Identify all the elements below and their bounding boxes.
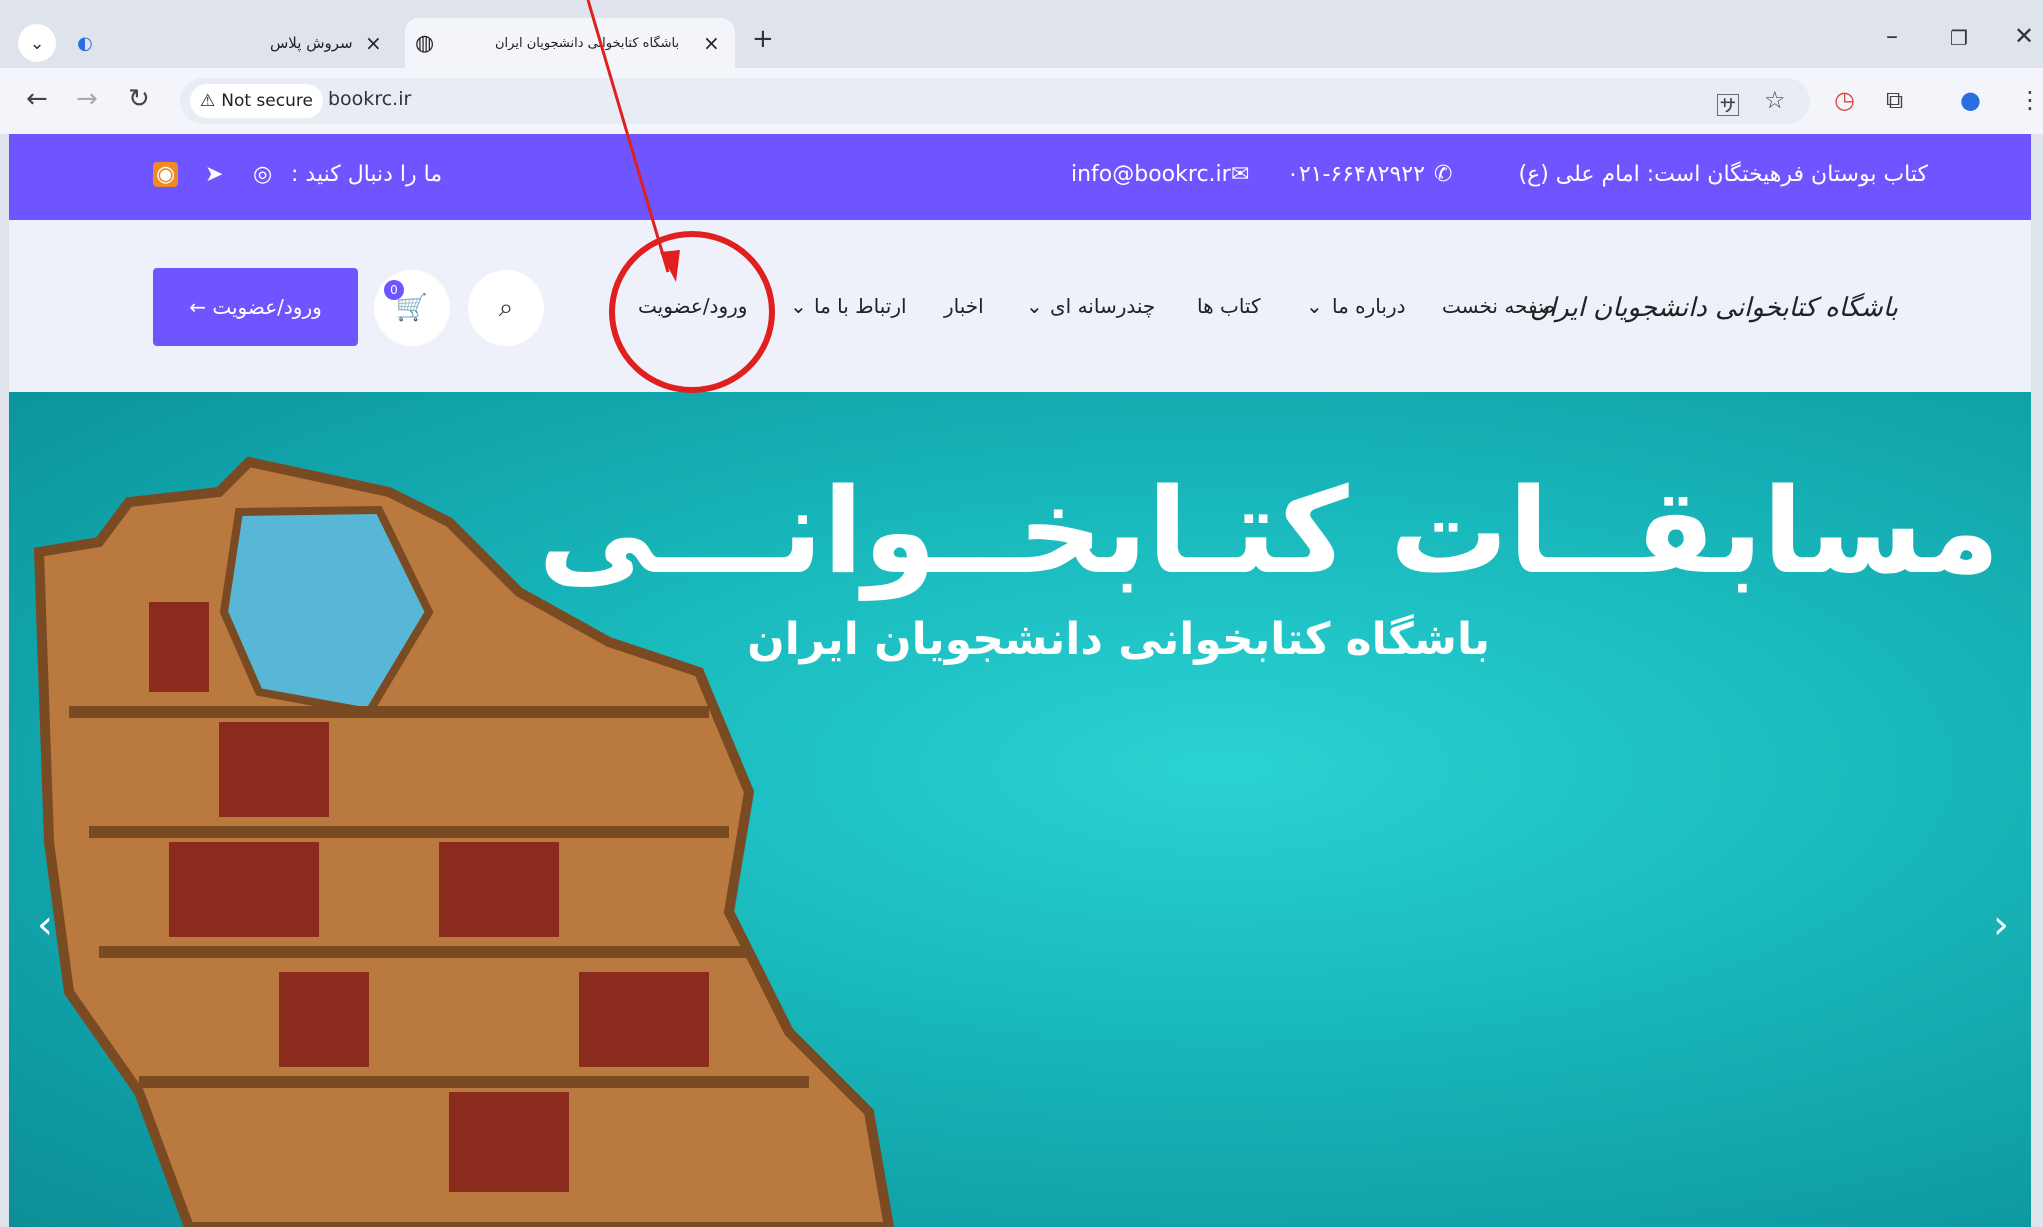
security-label: Not secure [221,91,313,111]
nav-books[interactable]: کتاب ها [1197,294,1260,318]
instagram-icon[interactable]: ◎ [253,162,272,187]
translate-icon[interactable]: 🈂 [1716,86,1740,121]
slider-prev-icon[interactable]: ‹ [37,902,53,948]
close-icon[interactable]: × [365,31,382,55]
contact-topbar: کتاب بوستان فرهیختگان است: امام علی (ع) … [9,134,2031,220]
forward-icon[interactable]: → [76,84,98,114]
phone-icon: ✆ [1434,162,1453,187]
social-app-icon[interactable]: ◉ [153,162,179,187]
close-icon[interactable]: × [703,31,720,55]
back-icon[interactable]: ← [26,84,48,114]
login-button[interactable]: ورود/عضویت ← [153,268,358,346]
close-window-icon[interactable]: ✕ [2014,22,2034,50]
mail-icon: ✉ [1231,162,1250,187]
extension-icon[interactable]: ◐ [66,24,104,62]
chevron-down-icon: ⌄ [1026,294,1043,318]
site-logo[interactable]: باشگاه کتابخوانی دانشجویان ایران [1530,268,1898,348]
telegram-icon[interactable]: ➤ [205,162,223,187]
nav-multimedia[interactable]: چندرسانه ای [1050,294,1155,318]
restore-icon[interactable]: ❐ [1950,26,1968,50]
cart-icon: 🛒 [395,293,429,323]
tab-title: باشگاه کتابخوانی دانشجویان ایران [495,35,680,51]
slogan-text: کتاب بوستان فرهیختگان است: امام علی (ع) [1518,162,1928,187]
security-chip[interactable]: ⚠ Not secure [190,84,323,118]
hero-title: مسابقــات کتـابخــوانـــی [538,462,2000,600]
extensions-icon[interactable]: ⧉ [1886,86,1903,114]
minimize-icon[interactable]: – [1886,22,1898,50]
cart-count-badge: 0 [384,280,404,300]
cart-button[interactable]: 🛒 [374,270,450,346]
phone-number[interactable]: ۰۲۱-۶۶۴۸۲۹۲۲ [1287,162,1425,187]
reload-icon[interactable]: ↻ [128,84,150,114]
tab-bookrc[interactable]: ◍ باشگاه کتابخوانی دانشجویان ایران × [405,18,735,68]
nav-about[interactable]: درباره ما [1332,294,1406,318]
nav-contact[interactable]: ارتباط با ما [814,294,907,318]
email-link[interactable]: info@bookrc.ir [1071,162,1231,187]
chevron-down-icon: ⌄ [790,294,807,318]
nav-home[interactable]: صفحه نخست [1442,294,1555,318]
menu-icon[interactable]: ⋮ [2018,86,2042,114]
follow-label: ما را دنبال کنید : [291,162,443,187]
tab-search-button[interactable]: ⌄ [18,24,56,62]
search-button[interactable]: ⌕ [468,270,544,346]
chevron-down-icon: ⌄ [29,32,45,54]
new-tab-button[interactable]: + [752,24,774,54]
globe-icon: ◍ [415,30,435,56]
nav-login-link[interactable]: ورود/عضویت [638,294,747,318]
browser-tab-strip: ⌄ ◐ سروش پلاس × ◍ باشگاه کتابخوانی دانشج… [0,0,2043,68]
warning-icon: ⚠ [200,91,216,111]
profile-icon[interactable]: ● [1960,86,1981,114]
hero-subtitle: باشگاه کتابخوانی دانشجویان ایران [747,614,1490,665]
tab-soroush[interactable]: سروش پلاس × [200,18,395,68]
nav-news[interactable]: اخبار [944,294,984,318]
url-text[interactable]: bookrc.ir [328,88,411,110]
tab-title: سروش پلاس [270,34,353,52]
chevron-down-icon: ⌄ [1306,294,1323,318]
star-icon[interactable]: ☆ [1764,86,1786,114]
search-icon: ⌕ [498,292,514,323]
slider-next-icon[interactable]: › [1993,902,2009,948]
url-field[interactable] [180,78,1810,124]
history-icon[interactable]: ◷ [1834,86,1855,114]
